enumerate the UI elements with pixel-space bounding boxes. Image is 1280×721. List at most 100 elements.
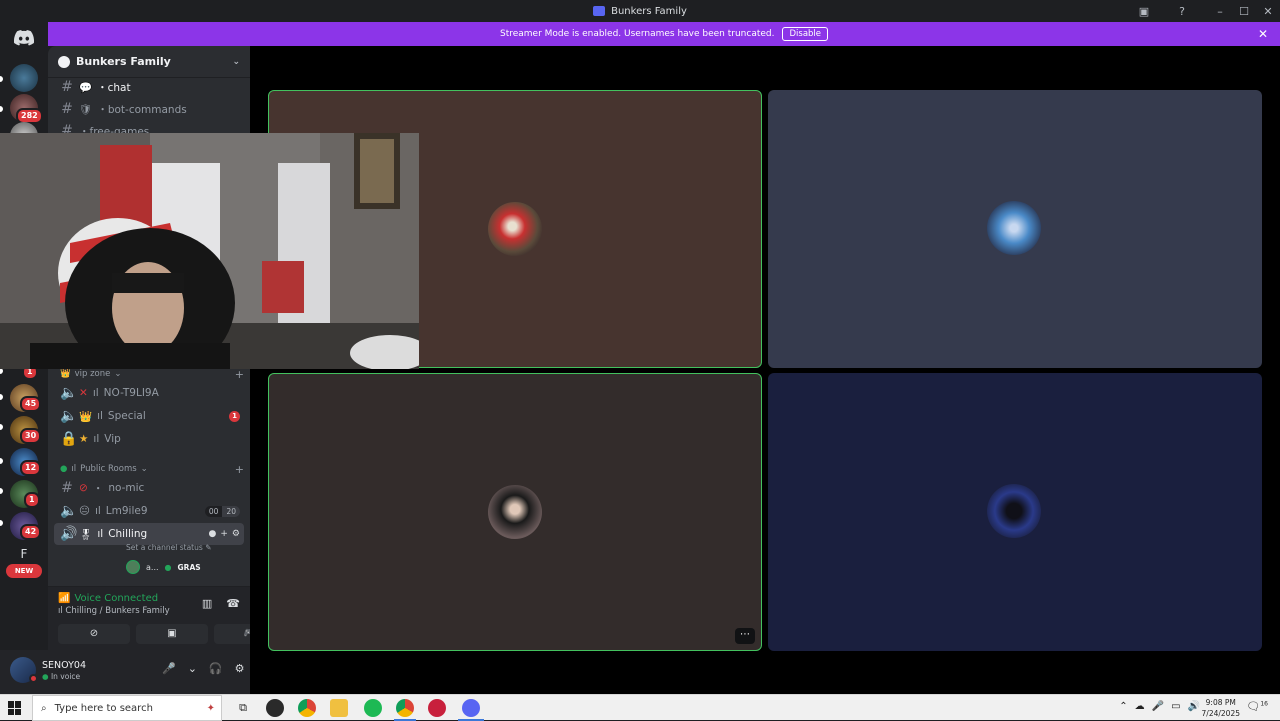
- chevron-down-icon[interactable]: ⌄: [188, 662, 197, 675]
- help-icon[interactable]: ?: [1170, 5, 1194, 18]
- noise-suppression-icon[interactable]: ▥: [202, 597, 212, 610]
- participant-tile[interactable]: [768, 90, 1262, 368]
- minimize-button[interactable]: –: [1208, 5, 1232, 18]
- disable-streamer-mode-button[interactable]: Disable: [782, 27, 829, 41]
- channel-no-t9li9a[interactable]: 🔈 ✕ ıl NO-T9LI9A: [54, 382, 244, 404]
- app-icon[interactable]: [428, 699, 446, 717]
- unread-pip: [0, 520, 3, 526]
- category-public-rooms[interactable]: ● ıl Public Rooms ⌄ +: [60, 462, 244, 476]
- channel-prefix: ıl: [93, 433, 100, 445]
- mention-badge: 1: [24, 492, 40, 508]
- channel-lm9ile9[interactable]: 🔈 😐 ıl Lm9ile9 00 20: [54, 500, 244, 522]
- channel-vip[interactable]: 🔒 ★ ıl Vip: [54, 428, 244, 450]
- emoji-icon: 😐: [79, 505, 90, 517]
- volume-icon[interactable]: 🔊: [1188, 701, 1200, 712]
- shield-icon: 🛡: [79, 103, 93, 116]
- window-title-text: Bunkers Family: [611, 5, 687, 17]
- maximize-button[interactable]: ☐: [1232, 5, 1256, 18]
- channel-name: ・bot-commands: [97, 103, 187, 116]
- voice-connection-panel: 📶 Voice Connected ıl Chilling / Bunkers …: [48, 586, 286, 650]
- screen-share-icon[interactable]: ▣: [1132, 5, 1156, 18]
- add-channel-icon[interactable]: +: [235, 368, 244, 381]
- close-button[interactable]: ✕: [1256, 5, 1280, 18]
- unread-pip: [0, 458, 3, 464]
- add-channel-icon[interactable]: +: [235, 463, 244, 476]
- server-logo-icon: [58, 55, 70, 68]
- status-indicator: [29, 674, 38, 683]
- voice-channel-path[interactable]: ıl Chilling / Bunkers Family: [58, 606, 170, 616]
- network-icon[interactable]: ▭: [1171, 701, 1180, 712]
- app-icon[interactable]: [266, 699, 284, 717]
- chat-icon[interactable]: ●: [209, 529, 217, 539]
- cross-icon: ✕: [79, 387, 88, 399]
- channel-prefix: ・: [92, 482, 104, 495]
- camera-off-button[interactable]: ⊘: [58, 624, 130, 644]
- microphone-icon[interactable]: 🎤: [162, 662, 176, 675]
- cloud-icon[interactable]: ☁: [1135, 701, 1145, 712]
- server-name: Bunkers Family: [76, 55, 171, 68]
- speaker-icon: 🔈: [60, 408, 78, 424]
- speaker-icon: 🔊: [60, 526, 78, 542]
- leaf-icon: ●: [164, 562, 172, 572]
- chevron-down-icon: ⌄: [114, 369, 122, 379]
- more-options-icon[interactable]: ⋯: [735, 628, 755, 644]
- mention-badge: 45: [20, 396, 42, 412]
- gear-icon[interactable]: ⚙: [235, 662, 245, 675]
- chevron-down-icon: ⌄: [140, 464, 148, 474]
- channel-prefix: ıl: [97, 410, 103, 422]
- headphones-icon[interactable]: 🎧: [209, 662, 223, 675]
- voice-connected-status[interactable]: 📶 Voice Connected: [58, 593, 158, 604]
- user-status-text: In voice: [50, 672, 81, 681]
- channel-prefix: ıl: [94, 505, 101, 517]
- channel-status-prompt[interactable]: Set a channel status ✎: [126, 543, 211, 552]
- screen-share-button[interactable]: ▣: [136, 624, 208, 644]
- category-vip-zone[interactable]: 👑 vip zone ⌄ +: [60, 367, 244, 381]
- channel-chilling[interactable]: 🔊 🎖 ıl Chilling ● + ⚙: [54, 523, 244, 545]
- speech-icon: 💬: [79, 81, 93, 94]
- participant-tile[interactable]: [768, 373, 1262, 651]
- voice-user[interactable]: a... ● GRAS: [126, 560, 201, 574]
- file-explorer-icon[interactable]: [330, 699, 348, 717]
- spotify-icon[interactable]: [364, 699, 382, 717]
- globe-icon: ●: [60, 464, 68, 474]
- unread-pip: [0, 424, 3, 430]
- server-icon[interactable]: [10, 64, 38, 92]
- channel-prefix: ıl: [97, 528, 104, 540]
- invite-icon[interactable]: +: [220, 529, 228, 539]
- close-icon[interactable]: ✕: [1258, 27, 1268, 41]
- channel-name: no-mic: [108, 482, 145, 494]
- channel-status-text: Set a channel status: [126, 543, 203, 552]
- microphone-icon[interactable]: 🎤: [1152, 701, 1164, 712]
- mention-badge: 30: [20, 428, 42, 444]
- server-icon-letter[interactable]: F: [10, 543, 38, 565]
- channel-bot-commands[interactable]: # 🛡 ・bot-commands: [54, 98, 244, 120]
- windows-start-icon[interactable]: [8, 701, 22, 715]
- disconnect-icon[interactable]: ☎: [226, 597, 240, 610]
- task-view-icon[interactable]: ⧉: [234, 699, 252, 717]
- username[interactable]: SENOY04: [42, 660, 86, 671]
- mention-badge: 1: [229, 410, 240, 422]
- server-header[interactable]: Bunkers Family ⌄: [48, 46, 250, 78]
- chevron-up-icon[interactable]: ⌃: [1119, 701, 1127, 712]
- hash-icon: #: [61, 79, 73, 95]
- chrome-icon[interactable]: [298, 699, 316, 717]
- unread-pip: [0, 488, 3, 494]
- new-badge[interactable]: NEW: [6, 564, 42, 578]
- taskbar-clock[interactable]: 9:08 PM 7/24/2025: [1202, 697, 1240, 719]
- channel-special[interactable]: 🔈 👑 ıl Special 1: [54, 405, 244, 427]
- avatar-red-mask: [488, 202, 542, 256]
- channel-name: Vip: [104, 433, 121, 445]
- participant-tile[interactable]: ⋯: [268, 373, 762, 651]
- taskbar-search[interactable]: ⌕ Type here to search ✦: [32, 695, 222, 721]
- discord-home-icon[interactable]: [12, 30, 36, 48]
- channel-chat[interactable]: # 💬 ・chat: [54, 76, 244, 98]
- channel-no-mic[interactable]: # ⊘ ・ no-mic: [54, 477, 244, 499]
- speaker-icon: 🔈: [60, 385, 78, 401]
- webcam-image: [0, 133, 419, 369]
- notification-icon[interactable]: 🗨16: [1246, 700, 1268, 713]
- chrome-icon[interactable]: [396, 699, 414, 717]
- window-title: Bunkers Family: [593, 6, 687, 17]
- gear-icon[interactable]: ⚙: [232, 529, 240, 539]
- avatar-dark-character: [987, 484, 1041, 538]
- discord-taskbar-icon[interactable]: [462, 699, 480, 717]
